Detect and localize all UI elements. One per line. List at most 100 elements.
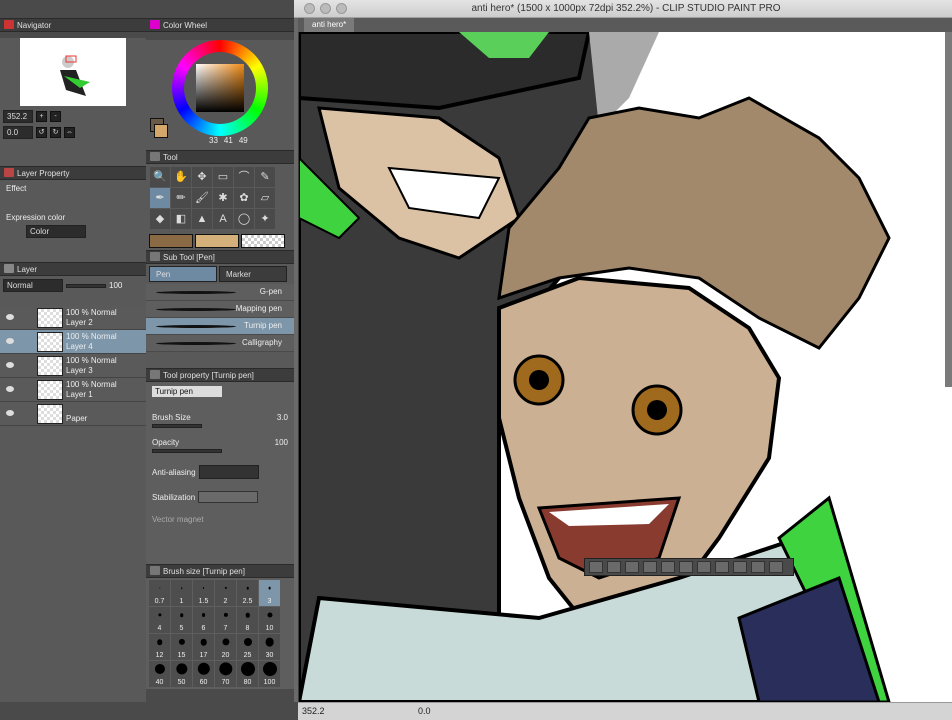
layer-row[interactable]: 100 % Normal Layer 3 [0, 354, 146, 378]
shrink-selection-icon[interactable] [697, 561, 711, 573]
visibility-eye-icon[interactable] [6, 314, 14, 320]
visibility-eye-icon[interactable] [6, 410, 14, 416]
brush-size-item[interactable]: 80 [237, 661, 258, 687]
brush-size-item[interactable]: 10 [259, 607, 280, 633]
clear-icon[interactable] [625, 561, 639, 573]
brush-size-item[interactable]: 2.5 [237, 580, 258, 606]
pen-item[interactable]: Turnip pen [146, 318, 294, 335]
stabilization-slider[interactable] [198, 491, 259, 503]
rotate-left-icon[interactable]: ↺ [36, 127, 47, 138]
decoration-tool-icon[interactable]: ✿ [234, 188, 254, 208]
status-zoom[interactable]: 352.2 [302, 706, 325, 716]
fill-tool-icon[interactable]: ◆ [150, 209, 170, 229]
navigator-zoom[interactable]: 352.2 [3, 110, 33, 123]
lasso-tool-icon[interactable]: ⌒ [234, 167, 254, 187]
brush-size-item[interactable]: 25 [237, 634, 258, 660]
brush-tool-icon[interactable]: 🖌 [192, 188, 212, 208]
navigator-thumbnail[interactable] [20, 38, 126, 106]
gradient-tool-icon[interactable]: ◧ [171, 209, 191, 229]
visibility-eye-icon[interactable] [6, 362, 14, 368]
airbrush-tool-icon[interactable]: ✱ [213, 188, 233, 208]
pen-item[interactable]: Mapping pen [146, 301, 294, 318]
status-angle[interactable]: 0.0 [418, 706, 431, 716]
expression-select[interactable]: Color [26, 225, 86, 238]
rotate-right-icon[interactable]: ↻ [50, 127, 61, 138]
clear-outside-icon[interactable] [643, 561, 657, 573]
brush-size-item[interactable]: 17 [193, 634, 214, 660]
brush-size-item[interactable]: 5 [171, 607, 192, 633]
brush-size-item[interactable]: 30 [259, 634, 280, 660]
pen-tool-icon[interactable]: ✒ [150, 188, 170, 208]
scale-rotate-icon[interactable] [715, 561, 729, 573]
eyedropper-icon[interactable]: ✎ [255, 167, 275, 187]
antialias-options[interactable] [198, 465, 259, 479]
navigator-angle[interactable]: 0.0 [3, 126, 33, 139]
main-color-swatch[interactable] [154, 124, 168, 138]
color-wheel[interactable] [172, 40, 268, 136]
layer-row[interactable]: 100 % Normal Layer 4 [0, 330, 146, 354]
tool-color-1[interactable] [149, 234, 193, 248]
visibility-eye-icon[interactable] [6, 386, 14, 392]
document-tab[interactable]: anti hero* [304, 18, 355, 32]
zoom-in-icon[interactable]: + [36, 111, 47, 122]
brush-size-item[interactable]: 2 [215, 580, 236, 606]
new-layer-icon[interactable] [751, 561, 765, 573]
pen-item[interactable]: G-pen [146, 284, 294, 301]
correct-line-icon[interactable]: ✦ [255, 209, 275, 229]
pen-item[interactable]: Calligraphy [146, 335, 294, 352]
layer-row[interactable]: 100 % Normal Layer 1 [0, 378, 146, 402]
tool-color-transparent[interactable] [241, 234, 285, 248]
eraser-tool-icon[interactable]: ▱ [255, 188, 275, 208]
text-tool-icon[interactable]: A [213, 209, 233, 229]
brush-size-item[interactable]: 15 [171, 634, 192, 660]
sub-tool-tabs: Pen Marker [146, 264, 294, 284]
brush-size-item[interactable]: 4 [149, 607, 170, 633]
blend-mode-select[interactable]: Normal [3, 279, 63, 292]
canvas-window[interactable] [296, 18, 952, 704]
crop-icon[interactable] [607, 561, 621, 573]
brush-size-value[interactable]: 3.0 [277, 413, 288, 422]
hand-tool-icon[interactable]: ✋ [171, 167, 191, 187]
zoom-tool-icon[interactable]: 🔍 [150, 167, 170, 187]
brush-size-item[interactable]: 7 [215, 607, 236, 633]
invert-selection-icon[interactable] [661, 561, 675, 573]
more-icon[interactable] [769, 561, 783, 573]
layer-row[interactable]: Paper [0, 402, 146, 426]
brush-size-item[interactable]: 1.5 [193, 580, 214, 606]
saturation-square[interactable] [196, 64, 244, 112]
brush-size-item[interactable]: 12 [149, 634, 170, 660]
brush-size-value: 3 [267, 598, 272, 605]
layer-row[interactable]: 100 % Normal Layer 2 [0, 306, 146, 330]
layer-opacity: 100 [109, 281, 123, 290]
tool-color-2[interactable] [195, 234, 239, 248]
layer-thumbnail [37, 308, 63, 328]
tab-marker[interactable]: Marker [219, 266, 287, 282]
brush-size-item[interactable]: 1 [171, 580, 192, 606]
brush-size-item[interactable]: 6 [193, 607, 214, 633]
pencil-tool-icon[interactable]: ✏ [171, 188, 191, 208]
deselect-icon[interactable] [589, 561, 603, 573]
brush-size-item[interactable]: 70 [215, 661, 236, 687]
select-tool-icon[interactable]: ▭ [213, 167, 233, 187]
flip-icon[interactable]: ⇔ [64, 127, 75, 138]
opacity-value[interactable]: 100 [275, 438, 288, 447]
brush-size-item[interactable]: 8 [237, 607, 258, 633]
opacity-slider[interactable] [66, 283, 106, 288]
brush-size-item[interactable]: 60 [193, 661, 214, 687]
brush-size-value: 17 [199, 652, 208, 659]
figure-tool-icon[interactable]: ▲ [192, 209, 212, 229]
fill-icon[interactable] [733, 561, 747, 573]
brush-size-item[interactable]: 100 [259, 661, 280, 687]
visibility-eye-icon[interactable] [6, 338, 14, 344]
balloon-tool-icon[interactable]: ◯ [234, 209, 254, 229]
brush-size-item[interactable]: 0.7 [149, 580, 170, 606]
brush-size-item[interactable]: 3 [259, 580, 280, 606]
brush-size-item[interactable]: 50 [171, 661, 192, 687]
brush-size-item[interactable]: 40 [149, 661, 170, 687]
brush-size-item[interactable]: 20 [215, 634, 236, 660]
zoom-out-icon[interactable]: - [50, 111, 61, 122]
tab-pen[interactable]: Pen [149, 266, 217, 282]
move-tool-icon[interactable]: ✥ [192, 167, 212, 187]
expand-selection-icon[interactable] [679, 561, 693, 573]
brush-dot [156, 639, 163, 645]
